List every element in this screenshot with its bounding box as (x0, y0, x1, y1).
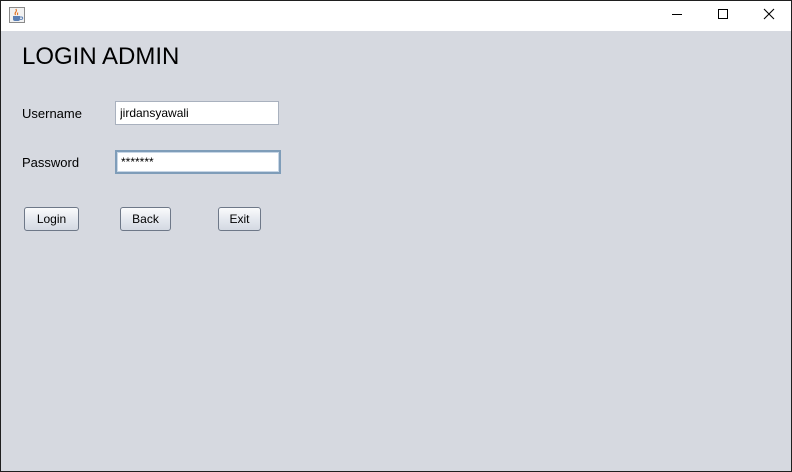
maximize-icon (717, 7, 729, 25)
page-title: LOGIN ADMIN (22, 43, 180, 70)
minimize-icon (671, 7, 683, 25)
password-label: Password (22, 155, 80, 170)
login-button[interactable]: Login (24, 207, 79, 231)
close-icon (763, 7, 775, 25)
minimize-button[interactable] (654, 1, 700, 31)
back-button[interactable]: Back (120, 207, 171, 231)
password-field[interactable] (115, 150, 281, 174)
maximize-button[interactable] (700, 1, 746, 31)
java-cup-icon (9, 7, 25, 23)
app-window: LOGIN ADMIN Username Password Login Back… (0, 0, 792, 472)
username-label: Username (22, 106, 82, 121)
title-bar[interactable] (1, 1, 791, 31)
close-button[interactable] (746, 1, 792, 31)
exit-button[interactable]: Exit (218, 207, 261, 231)
login-panel: LOGIN ADMIN Username Password Login Back… (1, 31, 791, 471)
username-field[interactable] (115, 101, 279, 125)
